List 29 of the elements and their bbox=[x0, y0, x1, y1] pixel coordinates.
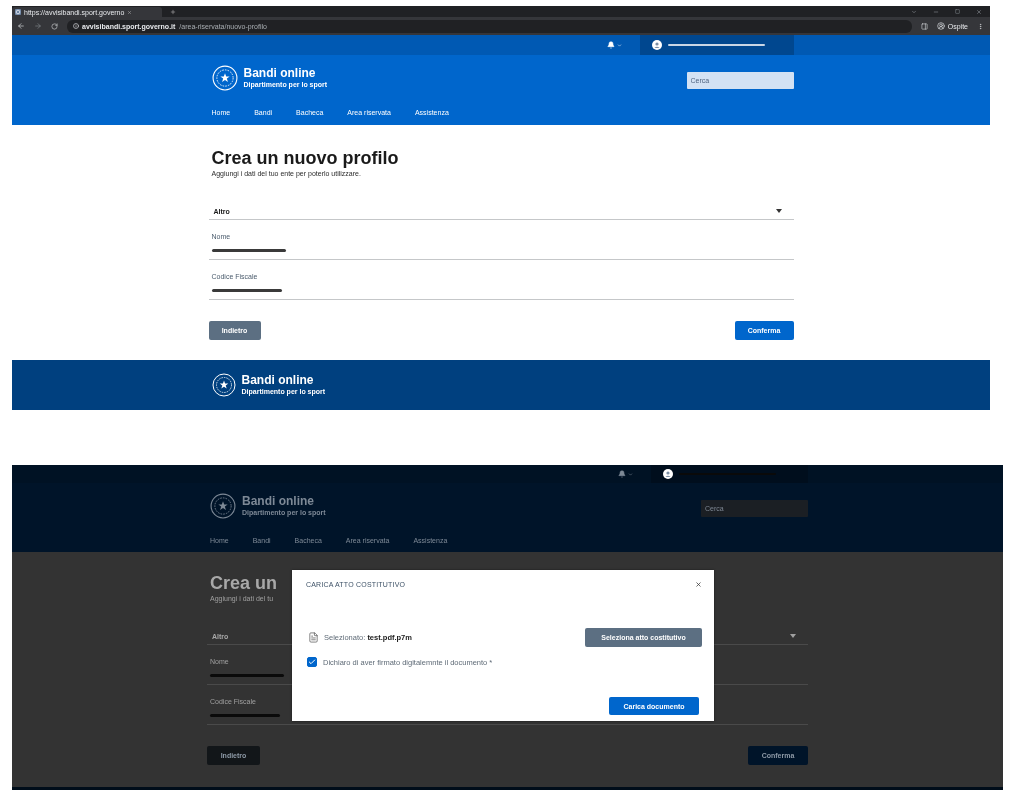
avatar-icon[interactable] bbox=[663, 469, 673, 479]
info-icon[interactable] bbox=[73, 23, 79, 29]
plus-icon[interactable] bbox=[170, 9, 176, 15]
user-menu[interactable] bbox=[639, 35, 794, 55]
close-icon[interactable] bbox=[976, 8, 982, 15]
file-icon bbox=[308, 632, 319, 643]
site-title: Bandi online bbox=[243, 66, 317, 80]
maximize-icon[interactable] bbox=[955, 9, 960, 14]
favicon-icon bbox=[15, 9, 21, 15]
star-emblem-icon bbox=[211, 373, 236, 397]
star-emblem-icon bbox=[211, 64, 238, 91]
avatar-icon[interactable] bbox=[651, 40, 662, 50]
check-icon bbox=[308, 658, 316, 666]
checkbox[interactable] bbox=[307, 657, 317, 667]
reload-icon[interactable] bbox=[51, 22, 58, 30]
star-emblem-icon bbox=[210, 492, 236, 519]
close-icon[interactable] bbox=[127, 9, 133, 15]
back-arrow-icon[interactable] bbox=[17, 22, 25, 30]
page-title: Crea un bbox=[210, 572, 278, 594]
caret-icon[interactable] bbox=[775, 209, 782, 213]
user-menu[interactable] bbox=[651, 465, 808, 483]
site-title: Bandi online bbox=[242, 494, 315, 508]
bell-icon[interactable] bbox=[618, 470, 626, 478]
bell-icon[interactable] bbox=[606, 41, 615, 49]
page-title: Crea un nuovo profilo bbox=[211, 147, 399, 169]
side-panel-icon[interactable] bbox=[920, 22, 928, 30]
profile-icon[interactable] bbox=[936, 22, 945, 30]
footer-title: Bandi online bbox=[241, 374, 315, 387]
close-icon[interactable] bbox=[695, 580, 702, 588]
